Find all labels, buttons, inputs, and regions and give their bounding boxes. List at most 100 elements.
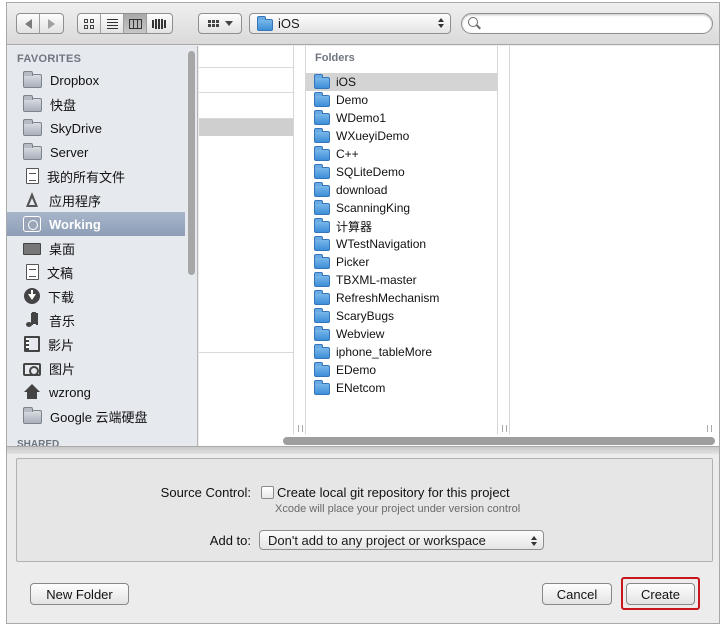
sidebar-item-skydrive[interactable]: SkyDrive — [7, 116, 185, 140]
folder-icon — [314, 164, 330, 179]
add-to-value: Don't add to any project or workspace — [268, 532, 486, 548]
folder-label: SQLiteDemo — [336, 165, 405, 179]
folder-icon — [314, 290, 330, 305]
arrange-grid-icon — [207, 20, 219, 27]
forward-button[interactable] — [40, 14, 63, 33]
sidebar-item-dropbox[interactable]: Dropbox — [7, 68, 185, 92]
folder-icon — [257, 15, 273, 31]
git-checkbox-label[interactable]: Create local git repository for this pro… — [277, 485, 510, 500]
folder-label: TBXML-master — [336, 273, 417, 287]
location-popup[interactable]: iOS — [249, 13, 451, 34]
column-resize-handle[interactable] — [502, 425, 507, 432]
folder-icon — [314, 308, 330, 323]
folder-row[interactable]: ScanningKing — [306, 199, 497, 217]
folder-icon — [23, 143, 42, 160]
folder-icon — [23, 71, 42, 88]
sidebar-item-label: 文稿 — [47, 265, 74, 281]
folder-row[interactable]: WDemo1 — [306, 109, 497, 127]
folder-icon — [314, 362, 330, 377]
folder-row[interactable]: WTestNavigation — [306, 235, 497, 253]
folder-row[interactable]: Picker — [306, 253, 497, 271]
arrange-menu-button[interactable] — [198, 13, 242, 34]
folder-row[interactable]: iphone_tableMore — [306, 343, 497, 361]
sidebar-item-movies[interactable]: 影片 — [7, 332, 185, 356]
column-resize-handle[interactable] — [298, 425, 303, 432]
sidebar-scrollbar[interactable] — [188, 51, 195, 275]
sidebar-item-desktop[interactable]: 桌面 — [7, 236, 185, 260]
list-item — [199, 93, 293, 119]
folder-row[interactable]: Demo — [306, 91, 497, 109]
folders-column[interactable]: Folders iOS Demo WDemo1 WXueyiDemo C++ SQLite… — [305, 46, 498, 434]
folder-row[interactable]: RefreshMechanism — [306, 289, 497, 307]
folder-label: RefreshMechanism — [336, 291, 440, 305]
sidebar-item-documents[interactable]: 文稿 — [7, 260, 185, 284]
folder-icon — [314, 380, 330, 395]
column-view-button[interactable] — [124, 14, 147, 33]
create-button[interactable]: Create — [626, 583, 695, 605]
split-divider[interactable] — [7, 446, 719, 454]
folder-row[interactable]: TBXML-master — [306, 271, 497, 289]
drive-icon — [23, 216, 41, 232]
folder-label: WTestNavigation — [336, 237, 427, 251]
sidebar-item-music[interactable]: 音乐 — [7, 308, 185, 332]
movies-icon — [24, 336, 40, 352]
sidebar-item-pictures[interactable]: 图片 — [7, 356, 185, 380]
folder-row[interactable]: 计算器 — [306, 217, 497, 235]
folder-row[interactable]: EDemo — [306, 361, 497, 379]
folder-icon — [314, 236, 330, 251]
source-control-label: Source Control: — [160, 485, 251, 500]
new-folder-button[interactable]: New Folder — [30, 583, 129, 605]
sidebar-item-applications[interactable]: 应用程序 — [7, 188, 185, 212]
folder-icon — [314, 344, 330, 359]
empty-column[interactable] — [509, 46, 719, 434]
folder-row[interactable]: iOS — [306, 73, 497, 91]
git-repository-checkbox[interactable] — [261, 486, 274, 499]
list-item — [199, 352, 293, 376]
cover-flow-icon — [151, 18, 166, 29]
sidebar-item-all-files[interactable]: 我的所有文件 — [7, 164, 185, 188]
parent-column[interactable] — [199, 46, 294, 434]
sidebar-item-kuaipan[interactable]: 快盘 — [7, 92, 185, 116]
back-button[interactable] — [17, 14, 40, 33]
horizontal-scrollbar[interactable] — [283, 437, 715, 445]
sidebar-item-label: 音乐 — [49, 313, 76, 329]
sidebar-item-working[interactable]: Working — [7, 212, 185, 236]
list-item — [199, 46, 293, 68]
folder-icon — [314, 110, 330, 125]
sidebar-item-label: wzrong — [49, 384, 91, 400]
cover-flow-button[interactable] — [147, 14, 170, 33]
list-view-button[interactable] — [101, 14, 124, 33]
back-arrow-icon — [24, 18, 32, 29]
toolbar: iOS — [7, 3, 719, 45]
applications-icon — [23, 192, 41, 208]
column-resize-handle[interactable] — [707, 425, 712, 432]
folder-row[interactable]: C++ — [306, 145, 497, 163]
add-to-select[interactable]: Don't add to any project or workspace — [259, 530, 544, 550]
folder-row[interactable]: WXueyiDemo — [306, 127, 497, 145]
list-view-icon — [106, 18, 118, 29]
list-item — [199, 68, 293, 93]
folder-row[interactable]: SQLiteDemo — [306, 163, 497, 181]
shared-header: SHARED — [17, 439, 60, 446]
sidebar-item-server[interactable]: Server — [7, 140, 185, 164]
search-input[interactable] — [482, 16, 702, 31]
all-files-icon — [26, 168, 39, 184]
folder-label: EDemo — [336, 363, 377, 377]
folder-row[interactable]: Webview — [306, 325, 497, 343]
sidebar-item-home[interactable]: wzrong — [7, 380, 185, 404]
sidebar: FAVORITES Dropbox 快盘 SkyDrive Server 我的所… — [7, 46, 198, 446]
folder-row[interactable]: ScaryBugs — [306, 307, 497, 325]
sidebar-item-downloads[interactable]: 下载 — [7, 284, 185, 308]
sidebar-item-label: 我的所有文件 — [47, 169, 126, 185]
popup-stepper-icon — [531, 536, 537, 546]
sidebar-item-label: Google 云端硬盘 — [50, 409, 148, 425]
cancel-button[interactable]: Cancel — [542, 583, 612, 605]
folder-row[interactable]: download — [306, 181, 497, 199]
documents-icon — [26, 264, 39, 280]
search-icon — [468, 17, 478, 27]
sidebar-item-label: 图片 — [49, 361, 76, 377]
sidebar-item-google-drive[interactable]: Google 云端硬盘 — [7, 404, 185, 428]
search-field[interactable] — [461, 13, 713, 34]
icon-view-button[interactable] — [78, 14, 101, 33]
folder-row[interactable]: ENetcom — [306, 379, 497, 397]
